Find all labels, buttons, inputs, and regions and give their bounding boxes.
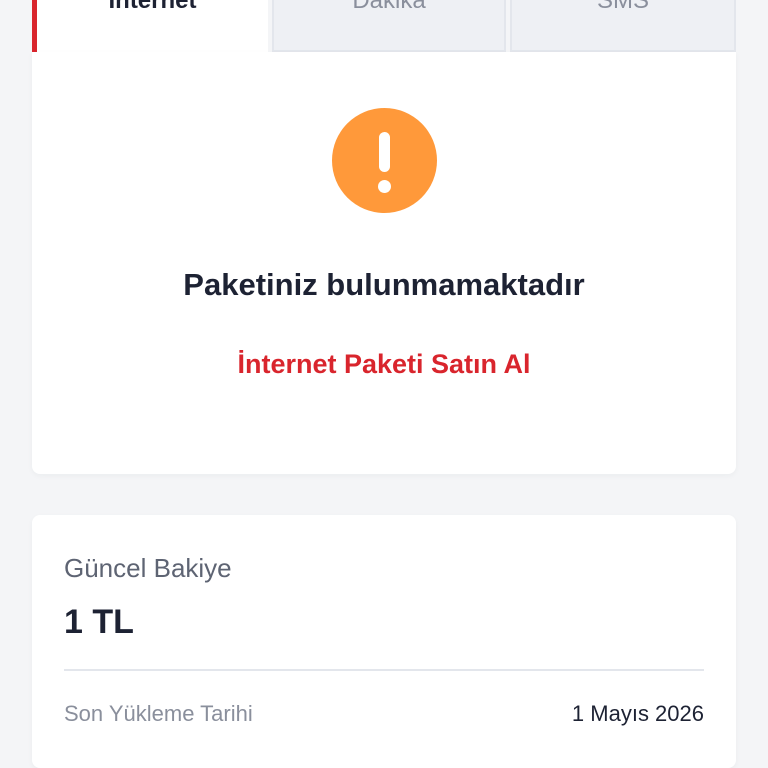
- last-topup-label: Son Yükleme Tarihi: [64, 701, 253, 726]
- balance-value: 1 TL: [64, 603, 134, 641]
- exclamation-bar: [379, 132, 390, 172]
- no-package-title: Paketiniz bulunmamaktadır: [183, 267, 585, 302]
- tab-dakika[interactable]: Dakika: [272, 0, 506, 52]
- alert-exclamation-icon: [332, 108, 437, 213]
- package-card: Paketiniz bulunmamaktadır İnternet Paket…: [32, 52, 736, 474]
- divider: [64, 669, 704, 671]
- exclamation-dot: [378, 180, 391, 193]
- tab-internet-label: İnternet: [108, 0, 197, 14]
- tab-sms-label: SMS: [596, 0, 649, 14]
- tab-dakika-label: Dakika: [352, 0, 426, 14]
- page: İnternet Dakika SMS Paketiniz bulunmamak…: [0, 0, 768, 768]
- last-topup-date: 1 Mayıs 2026: [571, 701, 704, 726]
- package-tabs: İnternet Dakika SMS: [32, 0, 736, 52]
- tab-internet[interactable]: İnternet: [32, 0, 268, 52]
- balance-label: Güncel Bakiye: [64, 553, 232, 583]
- buy-internet-package-link[interactable]: İnternet Paketi Satın Al: [32, 349, 736, 380]
- tab-sms[interactable]: SMS: [510, 0, 736, 52]
- balance-card: Güncel Bakiye 1 TL Son Yükleme Tarihi 1 …: [32, 515, 736, 768]
